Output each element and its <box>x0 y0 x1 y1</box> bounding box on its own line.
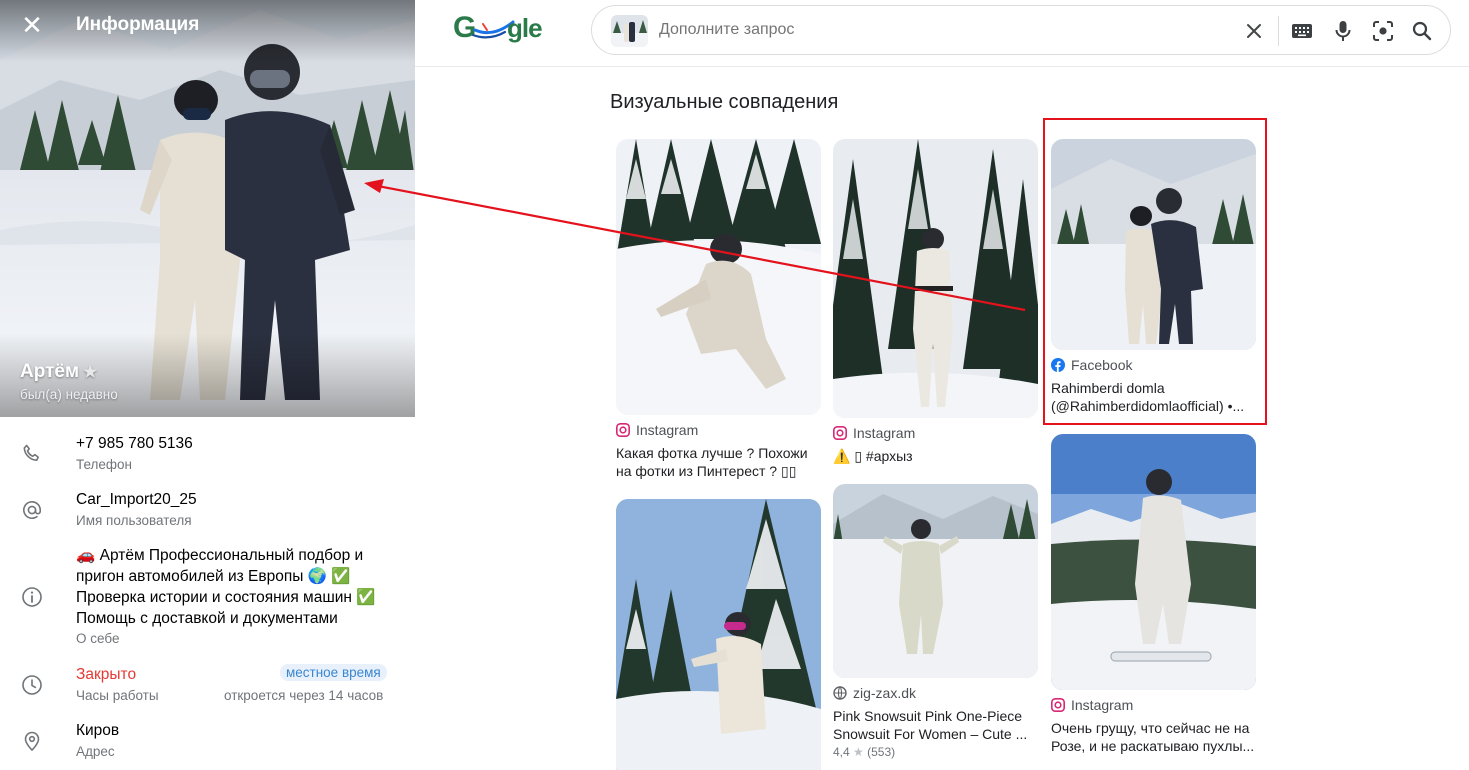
result-source[interactable]: zig-zax.dk <box>833 683 1038 703</box>
about-line: Проверка истории и состояния машин ✅ <box>76 589 376 606</box>
rating-value: 4,4 <box>833 745 850 759</box>
search-bar[interactable] <box>591 5 1451 55</box>
result-title[interactable]: Какая фотка лучше ? Похожи на фотки из П… <box>616 444 821 480</box>
clock-icon <box>22 675 42 695</box>
local-time-badge: местное время <box>280 664 387 681</box>
profile-name: Артём ★ <box>20 361 97 383</box>
google-logo[interactable]: G gle <box>453 8 549 48</box>
username-label: Имя пользователя <box>76 513 192 528</box>
result-source-label: Instagram <box>636 422 699 438</box>
result-card[interactable]: Instagram Какая фотка лучше ? Похожи на … <box>616 139 821 480</box>
instagram-icon <box>1051 698 1065 712</box>
result-image[interactable] <box>1051 434 1256 690</box>
result-title[interactable]: Очень грущу, что сейчас не на Розе, и не… <box>1051 719 1256 755</box>
result-source[interactable]: Instagram <box>833 423 1038 443</box>
phone-icon <box>23 444 39 461</box>
username-value: Car_Import20_25 <box>76 491 197 508</box>
about-line: пригон автомобилей из Европы 🌍 ✅ <box>76 568 351 585</box>
hours-status: Закрыто <box>76 666 137 683</box>
panel-title: Информация <box>76 14 200 35</box>
about-text: 🚗 Артём Профессиональный подбор и пригон… <box>76 545 376 629</box>
svg-text:gle: gle <box>507 13 542 43</box>
result-source[interactable]: Instagram <box>1051 695 1256 715</box>
about-label: О себе <box>76 631 120 646</box>
header-divider <box>415 66 1469 67</box>
search-input[interactable] <box>659 21 1159 39</box>
globe-icon <box>833 686 847 700</box>
phone-row[interactable]: +7 985 780 5136 Телефон <box>0 433 415 477</box>
lens-camera-icon[interactable] <box>1369 17 1397 45</box>
search-divider <box>1278 16 1279 46</box>
instagram-icon <box>833 426 847 440</box>
result-image[interactable] <box>833 139 1038 418</box>
result-card[interactable]: Instagram Очень грущу, что сейчас не на … <box>1051 434 1256 755</box>
opens-in-text: откроется через 14 часов <box>224 688 384 703</box>
about-line: Помощь с доставкой и документами <box>76 610 338 627</box>
result-card[interactable]: zig-zax.dk Pink Snowsuit Pink One-Piece … <box>833 484 1038 759</box>
phone-value: +7 985 780 5136 <box>76 435 193 452</box>
star-icon: ★ <box>83 364 98 381</box>
profile-last-seen: был(а) недавно <box>20 387 118 402</box>
phone-label: Телефон <box>76 457 133 472</box>
result-source-label: zig-zax.dk <box>853 685 917 701</box>
profile-photo[interactable] <box>0 0 415 417</box>
result-source-label: Instagram <box>853 425 916 441</box>
result-title[interactable]: ⚠️ ▯ #архыз <box>833 447 1038 465</box>
keyboard-icon[interactable] <box>1288 17 1316 45</box>
star-icon: ★ <box>853 745 864 759</box>
address-value: Киров <box>76 722 120 739</box>
result-rating: 4,4 ★ (553) <box>833 745 1038 759</box>
search-image-thumbnail[interactable] <box>611 15 648 47</box>
microphone-icon[interactable] <box>1329 17 1357 45</box>
hours-label: Часы работы <box>76 688 159 703</box>
instagram-icon <box>616 423 630 437</box>
profile-name-text: Артём <box>20 361 80 382</box>
hours-row[interactable]: Закрыто местное время Часы работы открое… <box>0 664 415 708</box>
about-row: 🚗 Артём Профессиональный подбор и пригон… <box>0 545 415 650</box>
address-label: Адрес <box>76 744 115 759</box>
username-row[interactable]: Car_Import20_25 Имя пользователя <box>0 489 415 533</box>
panel-header: ✕ Информация <box>0 0 415 50</box>
about-line: 🚗 Артём Профессиональный подбор и <box>76 547 364 564</box>
result-source[interactable]: Instagram <box>616 420 821 440</box>
match-highlight-box <box>1043 118 1267 425</box>
result-image[interactable] <box>616 139 821 415</box>
info-icon <box>22 587 42 607</box>
search-icon[interactable] <box>1408 17 1436 45</box>
result-image[interactable] <box>833 484 1038 678</box>
result-image[interactable] <box>616 499 821 770</box>
result-source-label: Instagram <box>1071 697 1134 713</box>
clear-icon[interactable] <box>1240 17 1268 45</box>
result-card[interactable] <box>616 499 821 770</box>
location-pin-icon <box>24 731 40 752</box>
result-title[interactable]: Pink Snowsuit Pink One-Piece Snowsuit Fo… <box>833 707 1038 743</box>
close-icon[interactable]: ✕ <box>18 11 46 39</box>
profile-panel: ✕ Информация Артём ★ был(а) недавно +7 98… <box>0 0 415 770</box>
at-icon <box>23 501 41 519</box>
result-card[interactable]: Instagram ⚠️ ▯ #архыз <box>833 139 1038 465</box>
svg-text:G: G <box>453 11 475 44</box>
section-title: Визуальные совпадения <box>610 91 839 113</box>
address-row[interactable]: Киров Адрес <box>0 720 415 764</box>
rating-count: (553) <box>867 745 896 759</box>
